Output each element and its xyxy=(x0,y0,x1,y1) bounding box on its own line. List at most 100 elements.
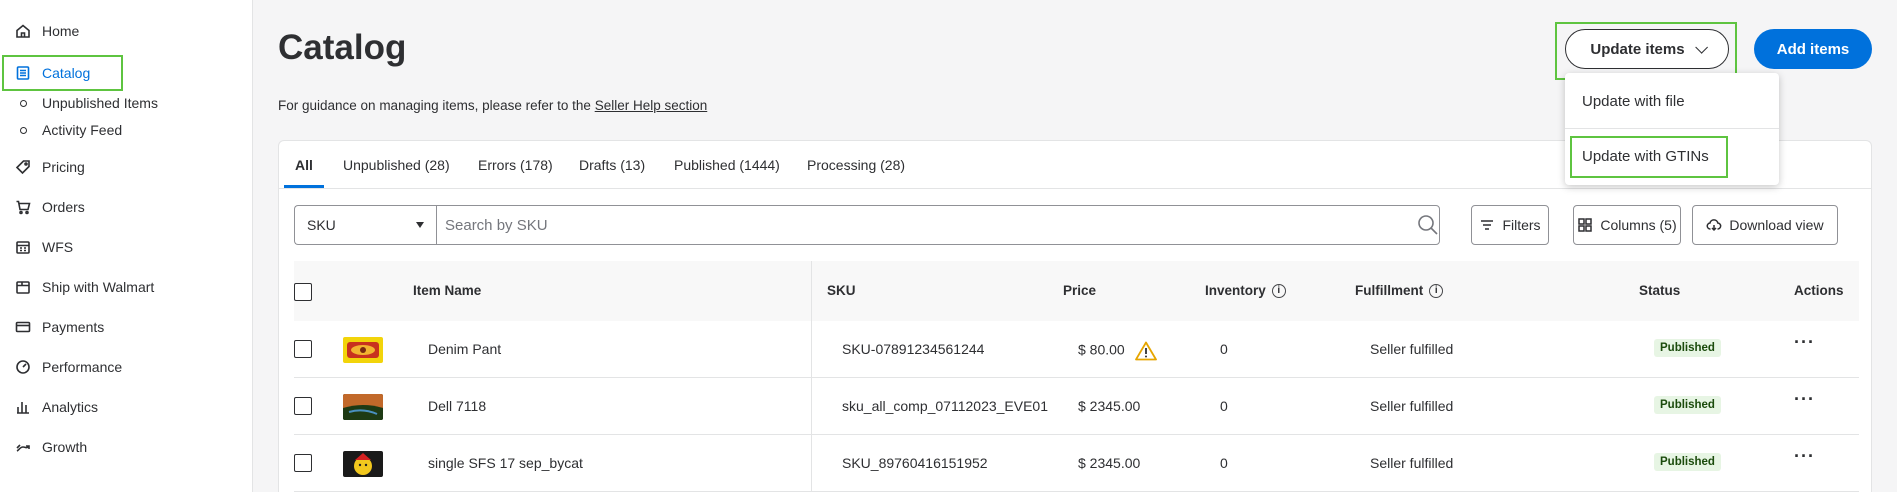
select-all-checkbox[interactable] xyxy=(294,283,312,301)
header-fulfillment[interactable]: Fulfillment i xyxy=(1355,283,1444,298)
header-status[interactable]: Status xyxy=(1639,283,1680,298)
info-icon[interactable]: i xyxy=(1429,283,1444,298)
search-icon[interactable] xyxy=(1417,214,1439,236)
tab-errors[interactable]: Errors (178) xyxy=(478,157,553,187)
item-name[interactable]: Denim Pant xyxy=(428,341,501,357)
item-fulfillment: Seller fulfilled xyxy=(1370,398,1454,414)
bullet-icon xyxy=(20,99,27,107)
row-checkbox[interactable] xyxy=(294,397,312,415)
item-thumbnail[interactable] xyxy=(343,394,383,420)
sidebar-item-home[interactable]: Home xyxy=(14,18,79,44)
table-row: single SFS 17 sep_bycat SKU_897604161519… xyxy=(294,435,1859,492)
row-checkbox[interactable] xyxy=(294,454,312,472)
item-name[interactable]: single SFS 17 sep_bycat xyxy=(428,455,583,471)
cloud-download-icon xyxy=(1706,219,1722,232)
item-inventory: 0 xyxy=(1220,398,1228,414)
columns-button[interactable]: Columns (5) xyxy=(1573,205,1681,245)
menu-item-update-with-file[interactable]: Update with file xyxy=(1582,93,1685,110)
cart-icon xyxy=(14,198,32,216)
tab-drafts[interactable]: Drafts (13) xyxy=(579,157,645,187)
download-view-button[interactable]: Download view xyxy=(1692,205,1838,245)
header-fulfillment-label: Fulfillment xyxy=(1355,283,1424,298)
seller-help-link[interactable]: Seller Help section xyxy=(595,98,708,113)
search-field-value: SKU xyxy=(307,217,336,233)
header-sku[interactable]: SKU xyxy=(827,283,856,298)
sidebar-item-payments[interactable]: Payments xyxy=(14,314,104,340)
sidebar-item-label: Orders xyxy=(42,199,85,215)
item-thumbnail[interactable] xyxy=(343,337,383,363)
more-actions-icon[interactable]: ··· xyxy=(1794,446,1815,467)
home-icon xyxy=(14,22,32,40)
filters-button[interactable]: Filters xyxy=(1471,205,1549,245)
header-actions: Actions xyxy=(1794,283,1844,298)
sidebar-item-catalog[interactable]: Catalog xyxy=(2,55,123,91)
sidebar-subitem-unpublished[interactable]: Unpublished Items xyxy=(20,93,158,113)
item-sku: sku_all_comp_07112023_EVE01 xyxy=(842,398,1049,414)
tab-published[interactable]: Published (1444) xyxy=(674,157,780,187)
growth-icon xyxy=(14,438,32,456)
row-checkbox[interactable] xyxy=(294,340,312,358)
sidebar: Home Catalog Unpublished Items Activity … xyxy=(0,0,253,492)
warning-icon[interactable] xyxy=(1134,341,1157,361)
sidebar-item-label: Ship with Walmart xyxy=(42,279,155,295)
sidebar-item-performance[interactable]: Performance xyxy=(14,354,122,380)
more-actions-icon[interactable]: ··· xyxy=(1794,332,1815,353)
update-items-label: Update items xyxy=(1590,40,1685,58)
columns-label: Columns (5) xyxy=(1600,217,1677,233)
sidebar-item-label: WFS xyxy=(42,239,74,255)
item-inventory: 0 xyxy=(1220,455,1228,471)
table-row: Denim Pant SKU-07891234561244 $ 80.00 0 … xyxy=(294,321,1859,378)
item-fulfillment: Seller fulfilled xyxy=(1370,455,1454,471)
status-badge: Published xyxy=(1654,339,1721,357)
filters-label: Filters xyxy=(1502,217,1541,233)
sidebar-item-wfs[interactable]: WFS xyxy=(14,234,73,260)
tag-icon xyxy=(14,158,32,176)
sidebar-subitem-label: Activity Feed xyxy=(42,122,123,138)
search-input[interactable] xyxy=(436,205,1440,245)
sidebar-item-growth[interactable]: Growth xyxy=(14,434,87,460)
tab-all[interactable]: All xyxy=(295,157,313,187)
search-field-select[interactable]: SKU xyxy=(294,205,436,245)
sidebar-subitem-activity-feed[interactable]: Activity Feed xyxy=(20,120,122,140)
header-price[interactable]: Price xyxy=(1063,283,1096,298)
sidebar-item-analytics[interactable]: Analytics xyxy=(14,394,98,420)
sidebar-subitem-label: Unpublished Items xyxy=(42,95,158,111)
tab-unpublished[interactable]: Unpublished (28) xyxy=(343,157,450,187)
item-price: $ 80.00 xyxy=(1078,341,1157,361)
header-inventory-label: Inventory xyxy=(1205,283,1266,298)
sidebar-item-pricing[interactable]: Pricing xyxy=(14,154,85,180)
sidebar-item-label: Pricing xyxy=(42,159,85,175)
item-price: $ 2345.00 xyxy=(1078,398,1141,414)
tab-processing[interactable]: Processing (28) xyxy=(807,157,905,187)
item-sku: SKU-07891234561244 xyxy=(842,341,985,357)
active-tab-indicator xyxy=(284,185,324,188)
download-view-label: Download view xyxy=(1729,217,1824,233)
more-actions-icon[interactable]: ··· xyxy=(1794,389,1815,410)
add-items-button[interactable]: Add items xyxy=(1754,29,1872,69)
guidance-text: For guidance on managing items, please r… xyxy=(278,98,707,113)
update-with-gtins-highlight xyxy=(1570,136,1728,178)
status-badge: Published xyxy=(1654,453,1721,471)
item-fulfillment: Seller fulfilled xyxy=(1370,341,1454,357)
caret-down-icon xyxy=(416,222,424,228)
sidebar-item-ship-with-walmart[interactable]: Ship with Walmart xyxy=(14,274,154,300)
item-name[interactable]: Dell 7118 xyxy=(428,398,486,414)
card-icon xyxy=(14,318,32,336)
catalog-card: All Unpublished (28) Errors (178) Drafts… xyxy=(278,140,1872,492)
sidebar-item-label: Analytics xyxy=(42,399,99,415)
filter-icon xyxy=(1481,220,1494,230)
sidebar-item-label: Home xyxy=(42,23,80,39)
table-row: Dell 7118 sku_all_comp_07112023_EVE01 $ … xyxy=(294,378,1859,435)
catalog-icon xyxy=(14,64,32,82)
header-item-name[interactable]: Item Name xyxy=(413,283,481,298)
sidebar-item-label: Growth xyxy=(42,439,88,455)
item-sku: SKU_89760416151952 xyxy=(842,455,988,471)
bar-chart-icon xyxy=(14,398,32,416)
update-items-button[interactable]: Update items xyxy=(1565,29,1729,69)
header-inventory[interactable]: Inventory i xyxy=(1205,283,1286,298)
item-thumbnail[interactable] xyxy=(343,451,383,477)
info-icon[interactable]: i xyxy=(1271,283,1286,298)
warehouse-icon xyxy=(14,238,32,256)
shipping-icon xyxy=(14,278,32,296)
sidebar-item-orders[interactable]: Orders xyxy=(14,194,85,220)
